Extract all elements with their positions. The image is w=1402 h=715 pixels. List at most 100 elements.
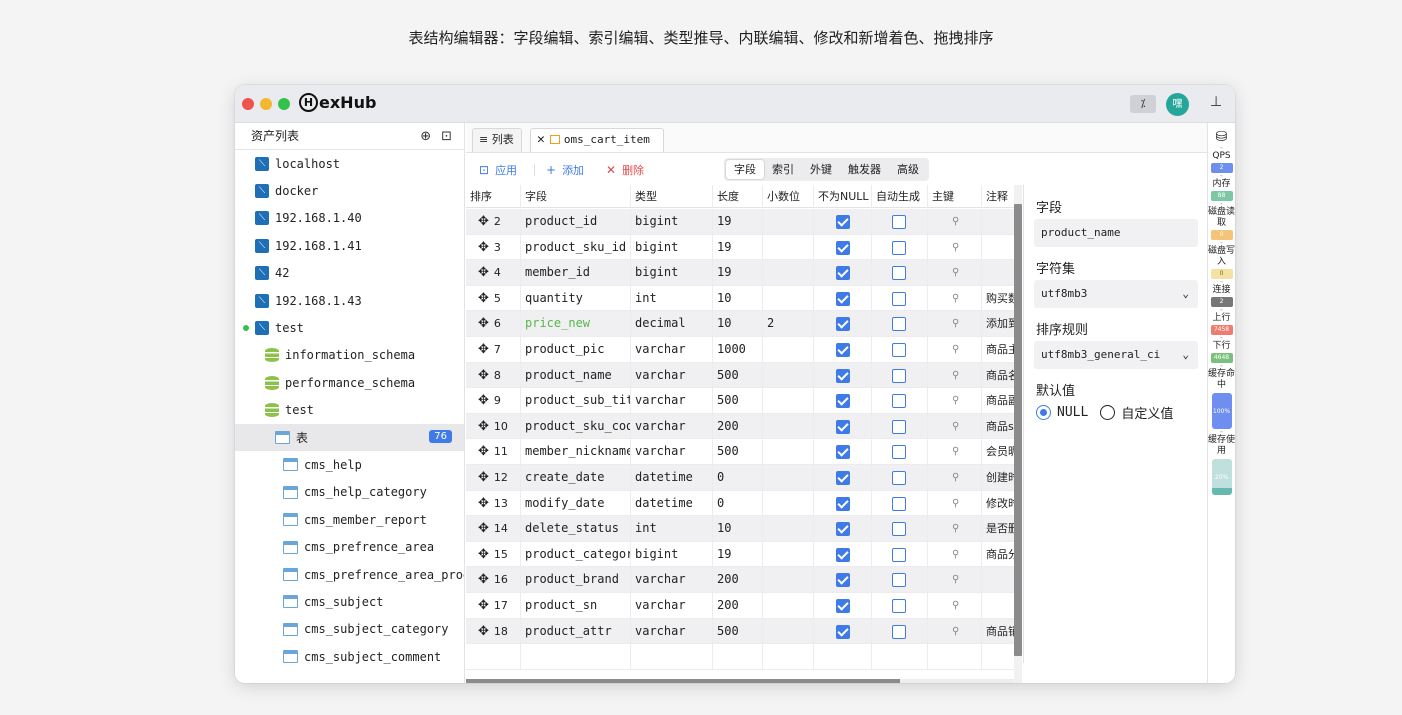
table-row[interactable]: ✥ 7 product_pic varchar 1000 ⚲ 商品主 <box>466 337 1014 363</box>
not-null-checkbox[interactable] <box>836 394 850 409</box>
auto-increment-checkbox[interactable] <box>892 599 906 613</box>
sidebar-connection-item[interactable]: ⟍ 42 <box>235 260 464 287</box>
not-null-checkbox[interactable] <box>836 215 850 229</box>
auto-increment-checkbox[interactable] <box>892 547 906 562</box>
field-name-cell[interactable]: member_id <box>521 260 631 286</box>
column-header[interactable]: 排序 <box>466 185 521 208</box>
field-name-cell[interactable]: product_pic <box>521 337 631 363</box>
field-length-cell[interactable]: 200 <box>713 567 763 593</box>
field-name-cell[interactable]: product_sn <box>521 593 631 619</box>
key-icon[interactable]: ⚲ <box>952 363 959 389</box>
field-length-cell[interactable]: 200 <box>713 593 763 619</box>
drag-move-icon[interactable]: ✥ <box>478 598 489 613</box>
not-null-checkbox[interactable] <box>836 368 850 383</box>
auto-increment-checkbox[interactable] <box>892 496 906 511</box>
field-type-cell[interactable]: bigint <box>631 209 713 235</box>
sidebar-connection-item[interactable]: ⟍ 192.168.1.40 <box>235 205 464 232</box>
key-icon[interactable]: ⚲ <box>952 491 959 517</box>
drag-handle[interactable]: ✥ 2 <box>466 209 521 235</box>
sidebar-connection-item[interactable]: ⟍ localhost <box>235 150 464 177</box>
field-length-cell[interactable]: 0 <box>713 465 763 491</box>
field-comment-cell[interactable]: 商品s <box>982 414 1014 440</box>
not-null-checkbox[interactable] <box>836 573 850 588</box>
column-header[interactable]: 注释 <box>982 185 1014 208</box>
field-comment-cell[interactable]: 商品副 <box>982 388 1014 414</box>
charset-select[interactable]: utf8mb3 ⌄ <box>1034 280 1198 308</box>
drag-handle[interactable]: ✥ 18 <box>466 618 521 645</box>
field-comment-cell[interactable] <box>982 593 1014 619</box>
field-name-cell[interactable]: product_brand <box>521 567 631 593</box>
field-type-cell[interactable]: varchar <box>631 388 713 414</box>
drag-move-icon[interactable]: ✥ <box>478 521 489 536</box>
grid-vertical-scrollbar[interactable] <box>1014 185 1022 683</box>
field-comment-cell[interactable]: 购买数 <box>982 286 1014 312</box>
sidebar-database-item[interactable]: information_schema <box>235 342 464 369</box>
field-type-cell[interactable]: varchar <box>631 567 713 593</box>
drag-handle[interactable]: ✥ 12 <box>466 465 521 491</box>
field-type-cell[interactable]: varchar <box>631 362 713 389</box>
sidebar-connection-item[interactable]: ⟍ 192.168.1.41 <box>235 232 464 259</box>
table-row[interactable]: ✥ 13 modify_date datetime 0 ⚲ 修改时 <box>466 490 1014 517</box>
field-type-cell[interactable]: int <box>631 516 713 542</box>
drag-move-icon[interactable]: ✥ <box>478 240 489 255</box>
default-null-radio[interactable]: NULL <box>1036 405 1088 420</box>
auto-increment-checkbox[interactable] <box>892 419 906 434</box>
key-icon[interactable]: ⚲ <box>952 593 959 619</box>
key-icon[interactable]: ⚲ <box>952 414 959 440</box>
table-row[interactable]: ✥ 15 product_category_idbigint19 ⚲ 商品分 <box>466 541 1014 568</box>
field-decimal-cell[interactable] <box>763 516 814 542</box>
drag-move-icon[interactable]: ✥ <box>478 470 489 485</box>
column-header[interactable]: 主键 <box>928 185 982 208</box>
column-header[interactable]: 不为NULL <box>814 185 872 208</box>
field-comment-cell[interactable]: 商品主 <box>982 337 1014 363</box>
grid-horizontal-scrollbar[interactable] <box>466 679 1014 683</box>
field-type-cell[interactable]: int <box>631 285 713 312</box>
drag-move-icon[interactable]: ✥ <box>478 547 489 562</box>
field-length-cell[interactable]: 19 <box>713 234 763 261</box>
drag-handle[interactable]: ✥ 14 <box>466 516 521 542</box>
field-comment-cell[interactable] <box>982 209 1014 235</box>
apply-button[interactable]: ⊡ 应用 <box>479 162 517 178</box>
segment-tab[interactable]: 字段 <box>726 160 764 179</box>
auto-increment-checkbox[interactable] <box>892 573 906 588</box>
field-comment-cell[interactable]: 创建时 <box>982 465 1014 491</box>
auto-increment-checkbox[interactable] <box>892 215 906 229</box>
field-length-cell[interactable]: 500 <box>713 618 763 645</box>
drag-handle[interactable]: ✥ 15 <box>466 541 521 568</box>
field-name-cell[interactable]: product_name <box>521 362 631 389</box>
field-type-cell[interactable]: datetime <box>631 465 713 491</box>
drag-handle[interactable]: ✥ 6 <box>466 311 521 337</box>
maximize-window-button[interactable] <box>278 98 290 110</box>
field-length-cell[interactable]: 0 <box>713 490 763 517</box>
key-icon[interactable]: ⚲ <box>952 260 959 286</box>
drag-move-icon[interactable]: ✥ <box>478 444 489 459</box>
table-row[interactable]: ✥ 3 product_sku_id bigint 19 ⚲ <box>466 234 1014 261</box>
drag-handle[interactable]: ✥ 17 <box>466 593 521 619</box>
column-header[interactable]: 类型 <box>631 185 713 208</box>
not-null-checkbox[interactable] <box>836 496 850 511</box>
field-comment-cell[interactable]: 商品销 <box>982 619 1014 645</box>
add-field-button[interactable]: + 添加 <box>546 162 584 178</box>
key-icon[interactable]: ⚲ <box>952 209 959 235</box>
sidebar-tables-group[interactable]: 表 76 <box>235 423 464 452</box>
sidebar-connection-item[interactable]: ⟍ 192.168.1.43 <box>235 287 464 314</box>
table-row[interactable]: ✥ 8 product_name varchar 500 ⚲ 商品名 <box>466 362 1014 389</box>
field-length-cell[interactable]: 500 <box>713 362 763 389</box>
table-row[interactable]: ✥ 11 member_nickname varchar 500 ⚲ 会员昵 <box>466 439 1014 465</box>
field-type-cell[interactable]: bigint <box>631 234 713 261</box>
field-name-cell[interactable]: delete_status <box>521 516 631 542</box>
sidebar-connection-item[interactable]: ⟍ docker <box>235 177 464 204</box>
drag-handle[interactable]: ✥ 16 <box>466 567 521 593</box>
drag-handle[interactable]: ✥ 9 <box>466 388 521 414</box>
field-length-cell[interactable]: 500 <box>713 439 763 465</box>
drag-handle[interactable]: ✥ 4 <box>466 260 521 286</box>
table-row[interactable]: ✥ 12 create_date datetime 0 ⚲ 创建时 <box>466 465 1014 491</box>
drag-move-icon[interactable]: ✥ <box>478 342 489 357</box>
pin-icon[interactable]: ⊥ <box>1210 94 1222 110</box>
key-icon[interactable]: ⚲ <box>952 337 959 363</box>
not-null-checkbox[interactable] <box>836 624 850 639</box>
field-length-cell[interactable]: 10 <box>713 311 763 337</box>
sidebar-table-item[interactable]: cms_subject_comment <box>235 643 464 670</box>
field-type-cell[interactable]: varchar <box>631 439 713 465</box>
field-type-cell[interactable]: bigint <box>631 260 713 286</box>
